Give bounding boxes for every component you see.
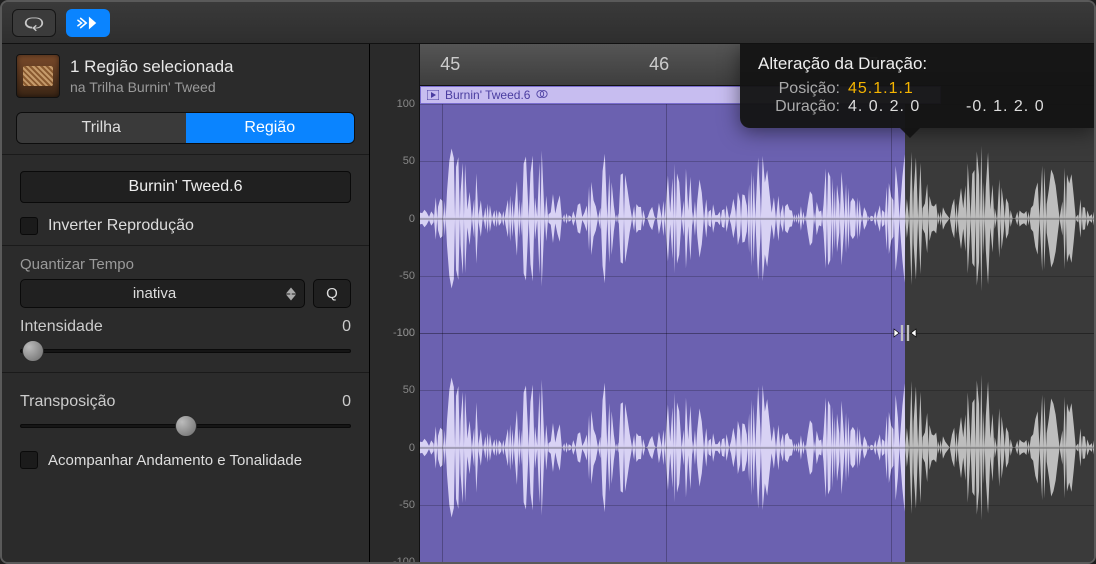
amplitude-tick: 100 <box>397 327 415 339</box>
top-toolbar <box>2 2 1094 44</box>
catch-playhead-icon <box>77 14 99 32</box>
transpose-label: Transposição <box>20 393 115 411</box>
tooltip-position-value: 45.1.1.1 <box>848 80 958 98</box>
quantize-panel: Quantizar Tempo inativa Q Intensidade 0 <box>2 245 369 372</box>
cycle-icon <box>23 14 45 32</box>
bar-gridline <box>442 86 443 562</box>
app-window: 1 Região selecionada na Trilha Burnin' T… <box>0 0 1096 564</box>
region-name-field[interactable]: Burnin' Tweed.6 <box>20 171 351 203</box>
follow-tempo-checkbox[interactable] <box>20 451 38 469</box>
region-clip-name: Burnin' Tweed.6 <box>445 88 530 102</box>
bar-number: 45 <box>440 54 460 75</box>
amplitude-tick: 100 <box>397 98 415 110</box>
bar-gridline <box>666 86 667 562</box>
region-panel-1: Burnin' Tweed.6 Inverter Reprodução <box>2 154 369 245</box>
amplitude-ruler: 100500-50-100100500-50-100 <box>370 44 420 562</box>
strength-value[interactable]: 0 <box>342 318 351 336</box>
inspector-header: 1 Região selecionada na Trilha Burnin' T… <box>2 44 369 108</box>
catch-playhead-button[interactable] <box>66 9 110 37</box>
tooltip-duration-label: Duração: <box>758 98 840 116</box>
region-resize-handle[interactable] <box>891 321 919 345</box>
tab-region[interactable]: Região <box>186 113 355 143</box>
length-change-tooltip: Alteração da Duração: Posição: 45.1.1.1 … <box>740 44 1094 128</box>
inspector-tabs: Trilha Região <box>16 112 355 144</box>
chevron-updown-icon <box>286 287 296 300</box>
audio-editor[interactable]: 100500-50-100100500-50-100 454647 Burnin… <box>370 44 1094 562</box>
amplitude-tick: 50 <box>403 384 415 396</box>
stereo-icon <box>536 88 548 102</box>
amplitude-tick: -50 <box>399 270 415 282</box>
quantize-apply-button[interactable]: Q <box>313 279 351 308</box>
cycle-button[interactable] <box>12 9 56 37</box>
amplitude-tick: -50 <box>399 499 415 511</box>
play-icon <box>427 90 439 100</box>
transpose-value[interactable]: 0 <box>342 393 351 411</box>
tooltip-title: Alteração da Duração: <box>758 54 1076 74</box>
region-inspector: 1 Região selecionada na Trilha Burnin' T… <box>2 44 370 562</box>
amplitude-tick: 50 <box>403 155 415 167</box>
transpose-slider[interactable] <box>20 415 351 437</box>
reverse-label: Inverter Reprodução <box>48 217 194 235</box>
quantize-value: inativa <box>133 285 176 302</box>
bar-number: 46 <box>649 54 669 75</box>
quantize-select[interactable]: inativa <box>20 279 305 308</box>
inspector-subtitle: na Trilha Burnin' Tweed <box>70 79 234 95</box>
strength-label: Intensidade <box>20 318 103 336</box>
follow-tempo-label: Acompanhar Andamento e Tonalidade <box>48 452 302 469</box>
tooltip-duration-delta: -0. 1. 2. 0 <box>966 98 1076 116</box>
tooltip-duration-value: 4. 0. 2. 0 <box>848 98 958 116</box>
reverse-checkbox[interactable] <box>20 217 38 235</box>
amplitude-tick: -100 <box>393 556 415 562</box>
tooltip-position-label: Posição: <box>758 80 840 98</box>
amplitude-tick: 0 <box>409 442 415 454</box>
amplitude-tick: 0 <box>409 213 415 225</box>
strength-slider[interactable] <box>20 340 351 362</box>
inspector-title: 1 Região selecionada <box>70 57 234 77</box>
transpose-panel: Transposição 0 Acompanhar Andamento e To… <box>2 372 369 479</box>
track-icon <box>16 54 60 98</box>
main-area: 1 Região selecionada na Trilha Burnin' T… <box>2 44 1094 562</box>
tab-track[interactable]: Trilha <box>17 113 186 143</box>
quantize-label: Quantizar Tempo <box>20 256 351 273</box>
resize-cursor-icon <box>891 321 919 345</box>
